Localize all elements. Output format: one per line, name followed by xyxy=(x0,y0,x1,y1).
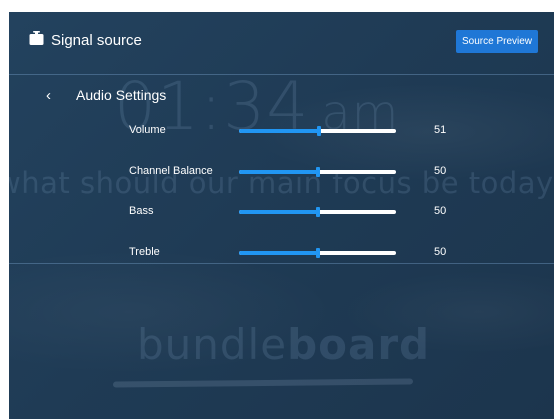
section-title: Audio Settings xyxy=(76,87,167,103)
setting-label: Channel Balance xyxy=(129,165,213,177)
slider-thumb[interactable] xyxy=(315,167,320,177)
setting-row-channel-balance: Channel Balance 50 xyxy=(9,159,554,185)
slider-thumb[interactable] xyxy=(317,126,322,136)
setting-value: 50 xyxy=(434,246,447,258)
setting-row-bass: Bass 50 xyxy=(9,199,554,225)
slider-thumb[interactable] xyxy=(315,207,320,217)
setting-value: 50 xyxy=(434,205,447,217)
setting-label: Volume xyxy=(129,124,166,136)
background-logo-light: bundle xyxy=(137,320,288,369)
page-title: Signal source xyxy=(51,32,142,49)
channel-balance-slider[interactable] xyxy=(239,167,396,177)
slider-thumb[interactable] xyxy=(315,248,320,258)
source-preview-button[interactable]: Source Preview xyxy=(456,30,538,53)
setting-value: 51 xyxy=(434,124,447,136)
signal-source-icon xyxy=(29,31,44,45)
volume-slider[interactable] xyxy=(239,126,396,136)
header-bar: Signal source Source Preview xyxy=(9,12,554,75)
background-logo-swoosh xyxy=(112,378,414,388)
slider-fill xyxy=(239,170,318,174)
bass-slider[interactable] xyxy=(239,207,396,217)
screen: 01:34 am what should our main focus be to… xyxy=(9,12,554,419)
treble-slider[interactable] xyxy=(239,248,396,258)
setting-label: Treble xyxy=(129,246,160,258)
background-logo: bundleboard xyxy=(137,320,430,369)
chevron-left-icon[interactable]: ‹ xyxy=(46,87,51,105)
slider-fill xyxy=(239,251,318,255)
setting-value: 50 xyxy=(434,165,447,177)
background-logo-bold: board xyxy=(287,320,431,369)
divider xyxy=(9,263,554,264)
setting-label: Bass xyxy=(129,205,154,217)
setting-row-volume: Volume 51 xyxy=(9,118,554,144)
slider-fill xyxy=(239,210,318,214)
slider-fill xyxy=(239,129,320,133)
